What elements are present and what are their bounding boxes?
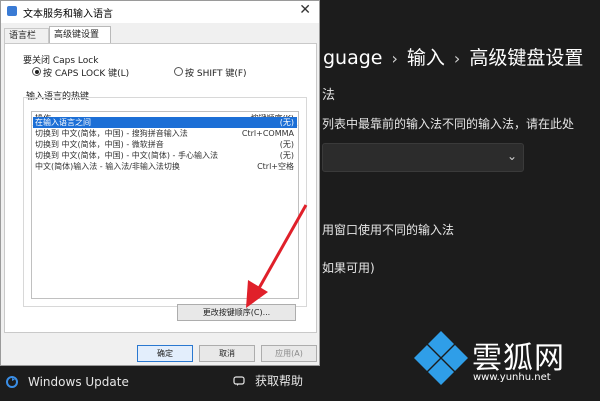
breadcrumb: guage › 输入 › 高级键盘设置 xyxy=(323,43,583,70)
change-key-sequence-button[interactable]: 更改按键顺序(C)... xyxy=(177,304,296,321)
chevron-right-icon: › xyxy=(391,49,398,68)
row-keys: Ctrl+空格 xyxy=(257,162,294,171)
table-row[interactable]: 切换到 中文(简体，中国) - 微软拼音 (无) xyxy=(33,139,297,150)
watermark-name: 雲狐网 xyxy=(472,341,565,376)
breadcrumb-language[interactable]: guage xyxy=(323,47,383,69)
table-row[interactable]: 中文(简体)输入法 - 输入法/非输入法切换 Ctrl+空格 xyxy=(33,161,297,172)
tab-language-bar[interactable]: 语言栏 xyxy=(4,28,49,43)
watermark-logo-icon xyxy=(414,331,468,385)
caps-lock-section-label: 要关闭 Caps Lock xyxy=(23,56,99,66)
dialog-titlebar[interactable]: 文本服务和输入语言 ✕ xyxy=(1,1,319,23)
row-action: 切换到 中文(简体，中国) - 搜狗拼音输入法 xyxy=(35,129,188,138)
section-label: 法 xyxy=(322,88,336,103)
per-window-option-label: 用窗口使用不同的输入法 xyxy=(322,223,455,237)
row-keys: (无) xyxy=(279,118,294,127)
close-icon[interactable]: ✕ xyxy=(299,2,311,18)
caps-lock-radio[interactable] xyxy=(32,67,41,76)
row-action: 在输入语言之间 xyxy=(35,118,91,127)
page-title: 高级键盘设置 xyxy=(469,47,584,69)
row-keys: Ctrl+COMMA xyxy=(241,129,294,138)
table-row[interactable]: 切换到 中文(简体，中国) - 搜狗拼音输入法 Ctrl+COMMA xyxy=(33,128,297,139)
breadcrumb-input[interactable]: 输入 xyxy=(407,47,445,69)
tab-advanced-key-settings[interactable]: 高级键设置 xyxy=(49,26,111,44)
caps-lock-option-label[interactable]: 按 CAPS LOCK 键(L) xyxy=(43,66,129,79)
get-help-link[interactable]: 获取帮助 xyxy=(233,372,303,389)
table-row[interactable]: 切换到 中文(简体，中国) - 中文(简体) - 手心输入法 (无) xyxy=(33,150,297,161)
if-available-option-label: 如果可用) xyxy=(322,261,375,275)
apply-button[interactable]: 应用(A) xyxy=(261,345,317,362)
windows-update-label: Windows Update xyxy=(28,375,129,389)
shift-option-label[interactable]: 按 SHIFT 键(F) xyxy=(185,66,247,79)
row-keys: (无) xyxy=(279,140,294,149)
cancel-button[interactable]: 取消 xyxy=(199,345,255,362)
keyboard-icon xyxy=(7,6,17,16)
default-method-description: 列表中最靠前的输入法不同的输入法，请在此处 xyxy=(322,117,575,131)
row-action: 切换到 中文(简体，中国) - 微软拼音 xyxy=(35,140,164,149)
help-icon xyxy=(233,375,245,387)
text-services-dialog: 文本服务和输入语言 ✕ 语言栏 高级键设置 要关闭 Caps Lock 按 CA… xyxy=(0,0,320,366)
default-input-method-select[interactable]: ⌄ xyxy=(322,143,524,172)
hotkeys-list[interactable]: 操作 按键顺序(K) 在输入语言之间 (无) 切换到 中文(简体，中国) - 搜… xyxy=(31,111,299,299)
get-help-label: 获取帮助 xyxy=(255,374,304,388)
dialog-title: 文本服务和输入语言 xyxy=(23,9,113,20)
row-action: 中文(简体)输入法 - 输入法/非输入法切换 xyxy=(35,162,180,171)
ok-button[interactable]: 确定 xyxy=(137,345,193,362)
chevron-down-icon: ⌄ xyxy=(506,149,517,163)
row-keys: (无) xyxy=(279,151,294,160)
watermark-url: www.yunhu.net xyxy=(473,372,551,383)
table-row[interactable]: 在输入语言之间 (无) xyxy=(33,117,297,128)
windows-update-icon xyxy=(6,376,18,388)
shift-radio[interactable] xyxy=(174,67,183,76)
windows-update-link[interactable]: Windows Update xyxy=(6,375,129,389)
row-action: 切换到 中文(简体，中国) - 中文(简体) - 手心输入法 xyxy=(35,151,218,160)
chevron-right-icon: › xyxy=(453,49,461,68)
